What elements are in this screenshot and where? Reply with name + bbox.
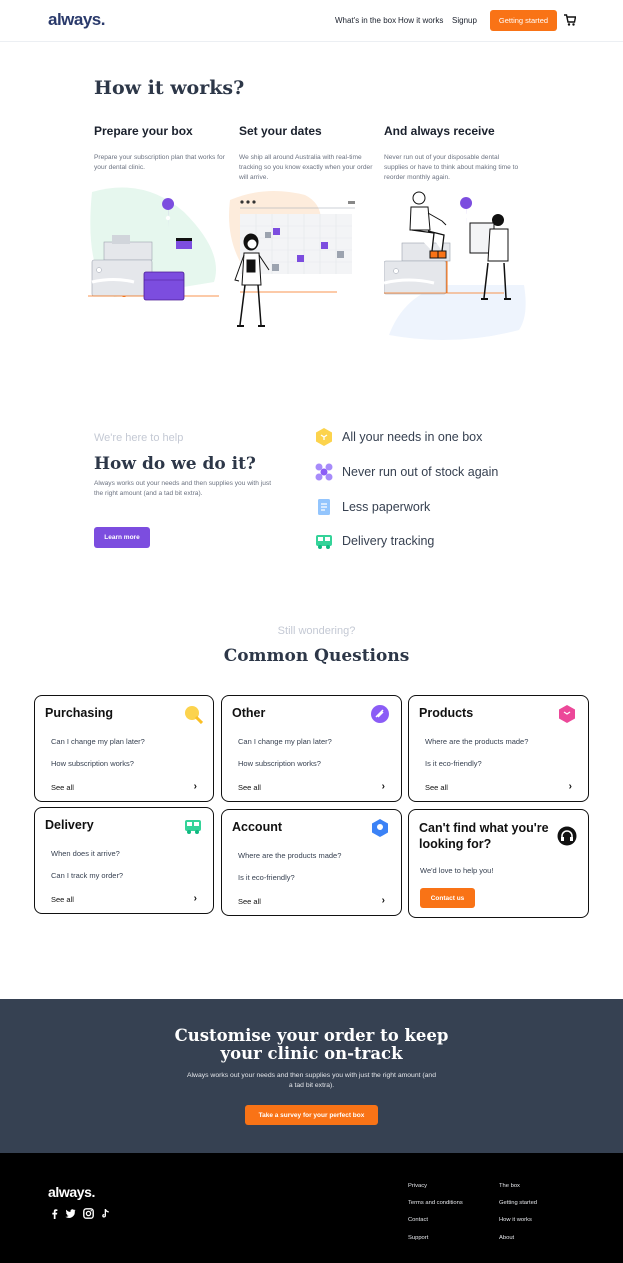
instagram-icon[interactable]: [83, 1208, 94, 1219]
see-all-link[interactable]: See all: [51, 895, 74, 904]
card-title: Other: [232, 706, 266, 720]
step-desc: Prepare your subscription plan that work…: [94, 154, 225, 171]
step-title: Prepare your box: [94, 124, 193, 138]
twitter-icon[interactable]: [65, 1208, 76, 1219]
contact-us-button[interactable]: Contact us: [420, 888, 475, 908]
see-all-link[interactable]: See all: [425, 783, 448, 792]
nav-link-whats-in-box[interactable]: What's in the box: [335, 16, 396, 25]
how-it-works-title: How it works?: [94, 77, 245, 99]
faq-question-link[interactable]: Can I change my plan later?: [51, 737, 145, 746]
banner-title-line: your clinic on-track: [220, 1044, 403, 1063]
eyebrow-text: We're here to help: [94, 432, 184, 444]
faq-question-link[interactable]: Can I change my plan later?: [238, 737, 332, 746]
faq-question-link[interactable]: How subscription works?: [51, 759, 134, 768]
footer-link-contact[interactable]: Contact: [408, 1217, 428, 1223]
learn-more-button[interactable]: Learn more: [94, 527, 150, 548]
card-title: Products: [419, 706, 474, 720]
faq-question-link[interactable]: Where are the products made?: [238, 851, 341, 860]
step-desc: We ship all around Australia with real-t…: [239, 154, 373, 181]
see-all-link[interactable]: See all: [238, 897, 261, 906]
always-receive-illustration: [384, 191, 526, 340]
footer-link-getting-started[interactable]: Getting started: [499, 1200, 537, 1206]
faq-card-other: Other Can I change my plan later? How su…: [221, 695, 402, 802]
box-icon: [316, 428, 332, 446]
facebook-icon[interactable]: [49, 1208, 60, 1219]
feature-item: Never run out of stock again: [314, 462, 498, 482]
truck-icon: [316, 535, 332, 549]
footer: always. Privacy Terms and conditions Con…: [0, 1153, 623, 1263]
feature-label: Less paperwork: [342, 500, 431, 514]
chevron-right-icon[interactable]: ›: [382, 781, 385, 792]
faq-question-link[interactable]: Where are the products made?: [425, 737, 528, 746]
footer-link-privacy[interactable]: Privacy: [408, 1183, 427, 1189]
headset-icon: [557, 826, 577, 846]
banner-title: Customise your order to keep your clinic…: [0, 1027, 623, 1063]
feature-label: Delivery tracking: [342, 534, 435, 548]
truck-icon: [185, 820, 201, 834]
tiktok-icon[interactable]: [100, 1208, 111, 1219]
faq-title: Common Questions: [223, 646, 410, 666]
step-title: And always receive: [384, 124, 495, 138]
paperwork-icon: [318, 499, 330, 515]
footer-link-about[interactable]: About: [499, 1235, 514, 1241]
card-title: Account: [232, 820, 282, 834]
nav-link-how-it-works[interactable]: How it works: [398, 16, 443, 25]
nav-link-signup[interactable]: Signup: [452, 16, 477, 25]
top-navigation: always. What's in the box How it works S…: [0, 0, 623, 42]
footer-link-support[interactable]: Support: [408, 1235, 428, 1241]
footer-link-how-it-works[interactable]: How it works: [499, 1217, 532, 1223]
step-title: Set your dates: [239, 124, 322, 138]
how-we-do-title: How do we do it?: [94, 454, 256, 474]
help-desc: We'd love to help you!: [420, 866, 494, 875]
product-icon: [559, 705, 575, 723]
tag-icon: [371, 705, 389, 723]
footer-logo[interactable]: always.: [48, 1184, 95, 1200]
feature-label: Never run out of stock again: [342, 465, 499, 479]
footer-link-the-box[interactable]: The box: [499, 1183, 520, 1189]
faq-question-link[interactable]: Can I track my order?: [51, 871, 123, 880]
faq-card-delivery: Delivery When does it arrive? Can I trac…: [34, 807, 214, 914]
faq-card-purchasing: Purchasing Can I change my plan later? H…: [34, 695, 214, 802]
account-icon: [372, 819, 388, 837]
feature-item: Less paperwork: [314, 497, 430, 517]
faq-card-help: Can't find what you're looking for? We'd…: [408, 809, 589, 918]
faq-card-products: Products Where are the products made? Is…: [408, 695, 589, 802]
see-all-link[interactable]: See all: [238, 783, 261, 792]
feature-label: All your needs in one box: [342, 430, 483, 444]
logo[interactable]: always.: [48, 10, 106, 30]
chevron-right-icon[interactable]: ›: [194, 781, 197, 792]
help-title: Can't find what you're looking for?: [419, 821, 549, 851]
chevron-right-icon[interactable]: ›: [194, 893, 197, 904]
cart-icon[interactable]: [564, 13, 576, 27]
getting-started-button[interactable]: Getting started: [490, 10, 557, 31]
how-we-do-desc: Always works out your needs and then sup…: [94, 480, 272, 497]
faq-card-account: Account Where are the products made? Is …: [221, 809, 402, 916]
survey-button[interactable]: Take a survey for your perfect box: [245, 1105, 378, 1125]
see-all-link[interactable]: See all: [51, 783, 74, 792]
search-icon: [185, 706, 203, 724]
chevron-right-icon[interactable]: ›: [382, 895, 385, 906]
cta-banner: Customise your order to keep your clinic…: [0, 999, 623, 1153]
card-title: Purchasing: [45, 706, 114, 720]
banner-title-line: Customise your order to keep: [174, 1026, 449, 1045]
footer-link-terms[interactable]: Terms and conditions: [408, 1200, 463, 1206]
faq-question-link[interactable]: Is it eco-friendly?: [238, 873, 295, 882]
faq-question-link[interactable]: When does it arrive?: [51, 849, 120, 858]
stock-icon: [315, 463, 333, 481]
faq-eyebrow: Still wondering?: [277, 625, 356, 637]
banner-desc: Always works out your needs and then sup…: [187, 1072, 436, 1089]
faq-question-link[interactable]: How subscription works?: [238, 759, 321, 768]
calendar-illustration: [229, 191, 355, 327]
feature-item: Delivery tracking: [314, 531, 434, 551]
feature-item: All your needs in one box: [314, 427, 482, 447]
prepare-box-illustration: [88, 187, 219, 301]
faq-question-link[interactable]: Is it eco-friendly?: [425, 759, 482, 768]
card-title: Delivery: [45, 818, 94, 832]
step-desc: Never run out of your disposable dental …: [384, 154, 519, 181]
chevron-right-icon[interactable]: ›: [569, 781, 572, 792]
